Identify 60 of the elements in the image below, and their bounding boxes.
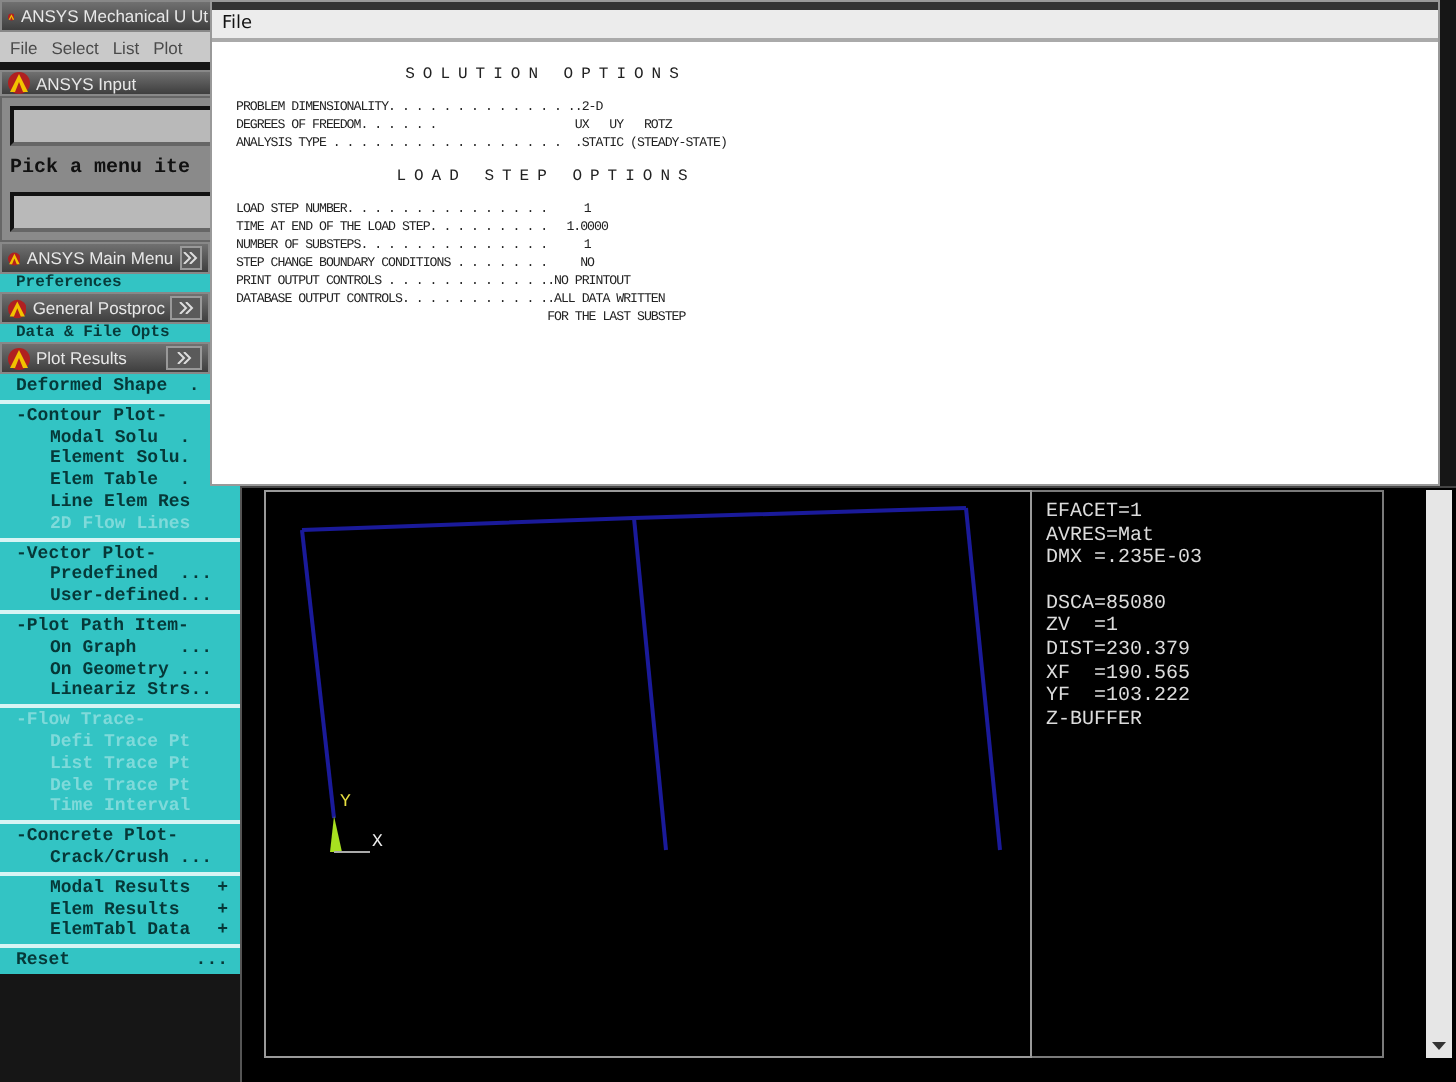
legend-text: XF =190.565	[1046, 663, 1193, 686]
menu-item[interactable]: -Concrete Plot-	[16, 826, 179, 848]
menu-item[interactable]: -Plot Path Item-	[16, 615, 189, 638]
collapse-button[interactable]	[170, 296, 202, 320]
legend-text: EFACET=1	[1046, 502, 1145, 526]
menu-item[interactable]: Deformed Shape .	[16, 376, 200, 398]
menu-item[interactable]: Predefined ...	[50, 564, 213, 587]
legend-text: DSCA=85080	[1046, 593, 1169, 616]
window-title: Plot Results	[36, 348, 129, 368]
logo-icon	[8, 297, 27, 319]
logo-icon	[8, 72, 30, 94]
window-title: ANSYS Input	[36, 73, 139, 93]
legend-text: YF =103.222	[1046, 686, 1193, 710]
window-title: General Postproc	[32, 298, 165, 318]
menu-item[interactable]: On Graph ...	[50, 637, 213, 660]
menu-item[interactable]: ElemTabl Data +	[50, 920, 228, 943]
menu-item[interactable]: Crack/Crush ...	[50, 847, 213, 870]
legend-text: AVRES=Mat	[1046, 525, 1157, 548]
menu-item[interactable]: Elem Results +	[50, 899, 228, 921]
menu-item[interactable]: List	[112, 37, 140, 57]
down-arrow-icon	[1432, 1042, 1446, 1050]
menu-item[interactable]: Reset ...	[16, 950, 228, 972]
menu-item[interactable]: Data & File Opts	[16, 324, 170, 342]
legend-text: ZV =1	[1046, 616, 1121, 640]
menu-item[interactable]: Element Solu.	[50, 448, 191, 471]
window-title: ANSYS Main Menu	[26, 248, 174, 268]
axis-label: Y	[340, 792, 351, 812]
menu-item[interactable]: Plot	[153, 37, 183, 57]
legend-text: Z-BUFFER	[1046, 709, 1145, 733]
menu-item[interactable]: User-defined...	[50, 586, 213, 608]
menu-item[interactable]: File	[10, 37, 38, 57]
menu-item[interactable]: Preferences	[16, 274, 122, 292]
menu-item[interactable]: Lineariz Strs..	[50, 680, 213, 703]
collapse-button[interactable]	[166, 346, 202, 370]
collapse-button[interactable]	[179, 246, 202, 270]
axis-label: X	[372, 832, 383, 852]
menu-item[interactable]: File	[222, 14, 253, 34]
scrollbar[interactable]	[1426, 490, 1452, 1058]
menu-item[interactable]: Modal Solu .	[50, 427, 191, 449]
chevron-icon	[176, 352, 192, 364]
menu-item[interactable]: Select	[51, 37, 99, 57]
logo-icon	[8, 347, 30, 369]
window-title: ANSYS Mechanical U Ut	[20, 6, 208, 26]
chevron-icon	[178, 302, 195, 314]
section-heading: SOLUTION OPTIONS	[403, 66, 687, 84]
menu-item[interactable]: On Geometry ...	[50, 659, 213, 681]
menu-item[interactable]: Line Elem Res	[50, 491, 191, 514]
menu-item[interactable]: Elem Table .	[50, 470, 191, 492]
legend-text: DMX =.235E-03	[1046, 548, 1205, 572]
input-field[interactable]	[10, 192, 214, 232]
chevron-icon	[182, 252, 199, 264]
section-heading: LOAD STEP OPTIONS	[394, 168, 696, 186]
axis-triad-drawing	[330, 816, 371, 853]
menu-item[interactable]: Modal Results +	[50, 877, 228, 900]
menu-item[interactable]: -Contour Plot-	[16, 405, 168, 428]
menu-item[interactable]: -Vector Plot-	[16, 543, 157, 565]
legend-text: DIST=230.379	[1046, 639, 1193, 664]
input-field[interactable]	[10, 106, 214, 146]
prompt-text: Pick a menu ite	[10, 158, 193, 180]
logo-icon	[8, 247, 21, 269]
